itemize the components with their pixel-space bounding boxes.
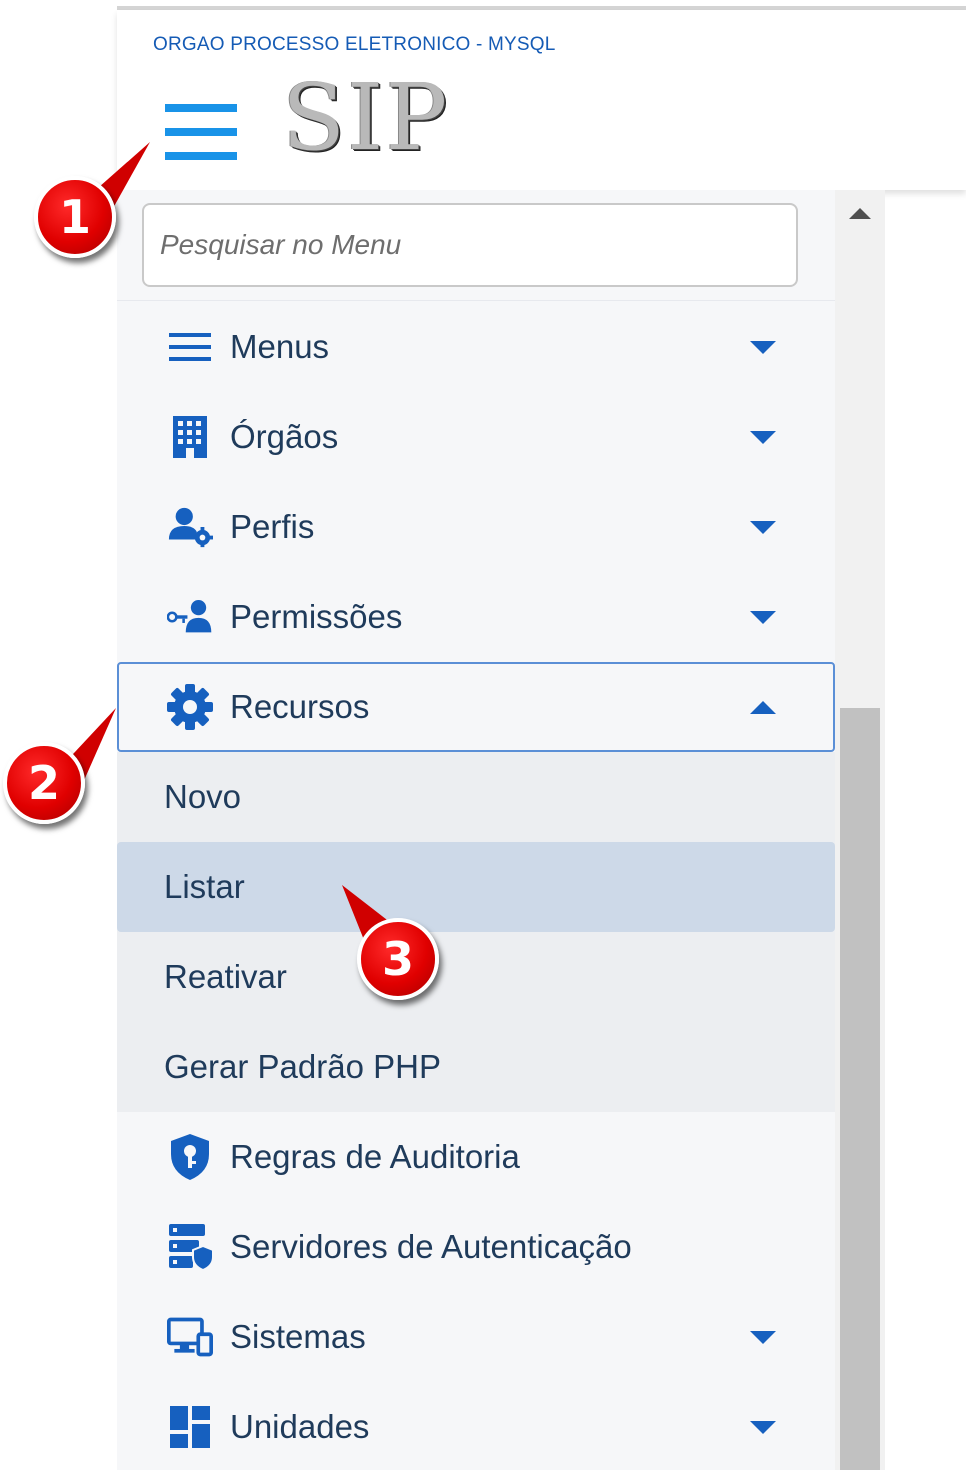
annotation-badge-3: 3: [357, 918, 439, 1000]
annotation-pointers: [60, 142, 400, 950]
annotation-badge-1: 1: [34, 176, 116, 258]
annotation-badge-2: 2: [3, 742, 85, 824]
